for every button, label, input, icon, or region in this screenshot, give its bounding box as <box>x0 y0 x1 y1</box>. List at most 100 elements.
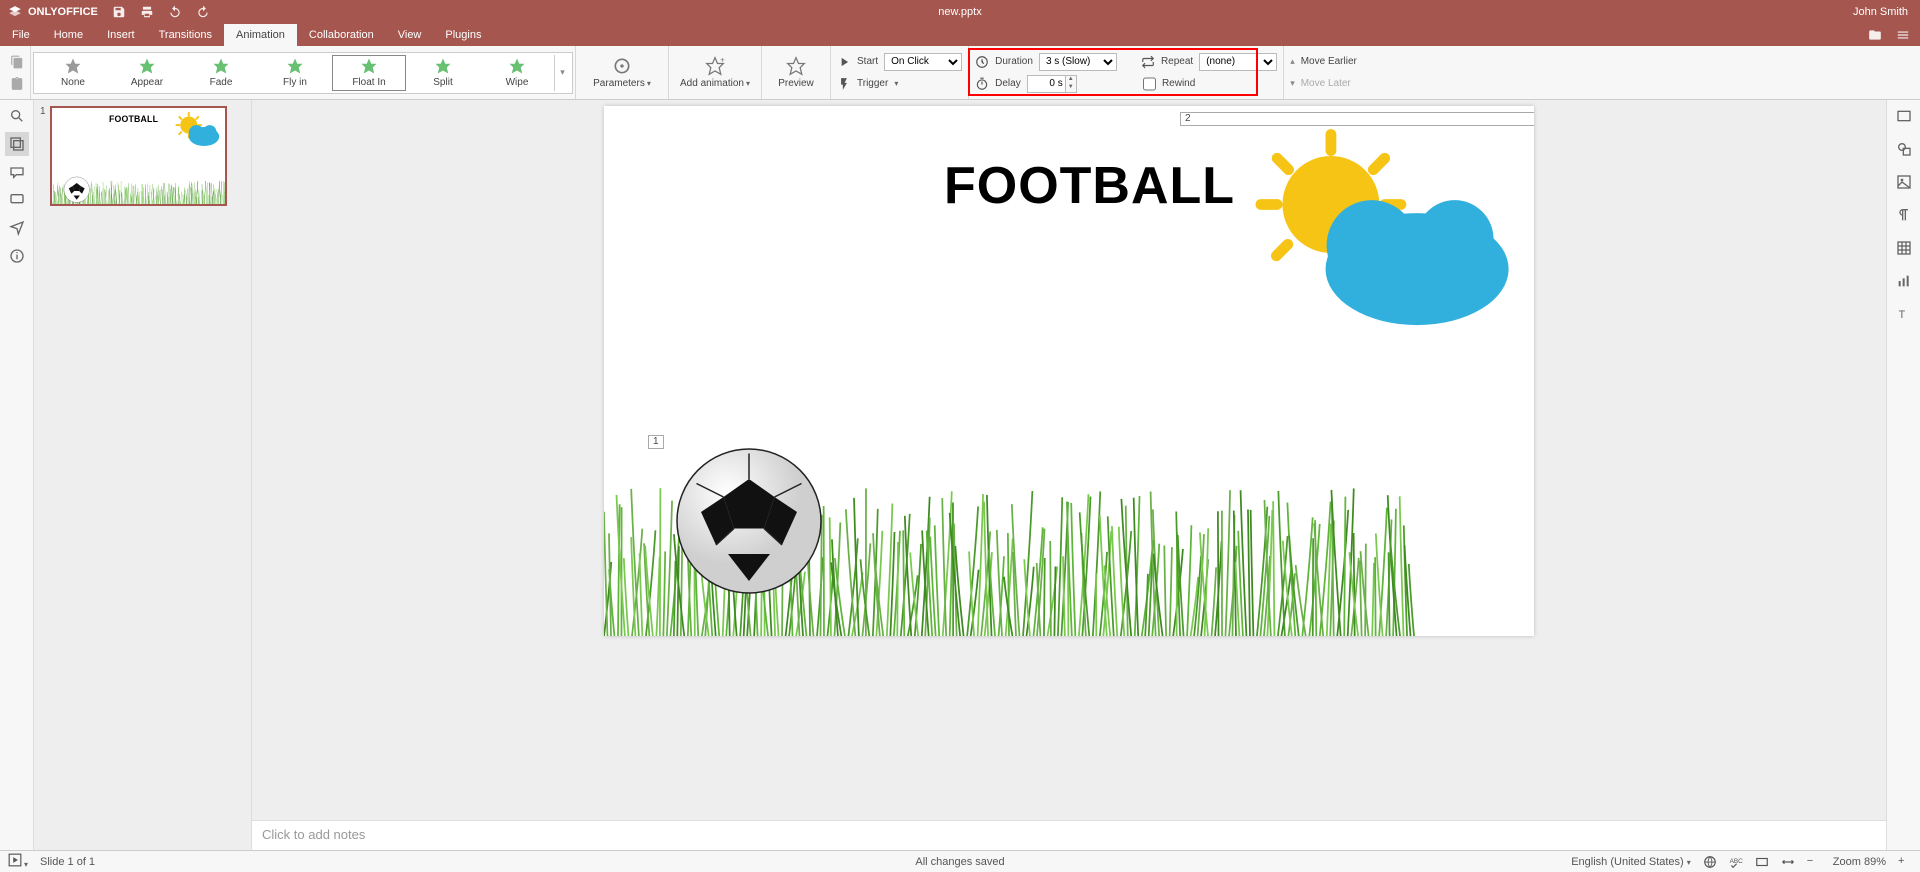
svg-text:T: T <box>1898 309 1905 321</box>
fit-slide-icon[interactable] <box>1755 855 1769 869</box>
rewind-label: Rewind <box>1162 78 1195 89</box>
ribbon: None Appear Fade Fly in Float In Split <box>0 46 1920 100</box>
globe-icon[interactable] <box>1703 855 1717 869</box>
effect-gallery: None Appear Fade Fly in Float In Split <box>33 52 573 94</box>
logo-icon <box>8 5 22 19</box>
repeat-row: Repeat (none) <box>1141 52 1277 72</box>
spellcheck-icon[interactable]: ABC <box>1729 855 1743 869</box>
comments-icon[interactable] <box>9 164 25 180</box>
move-later-label: Move Later <box>1301 78 1351 89</box>
effect-label: None <box>61 77 85 88</box>
start-select[interactable]: On Click <box>884 53 962 71</box>
app-name: ONLYOFFICE <box>28 6 98 18</box>
chat-icon[interactable] <box>9 192 25 208</box>
menu-insert[interactable]: Insert <box>95 24 147 46</box>
add-animation-label: Add animation <box>680 78 744 89</box>
chart-settings-icon[interactable] <box>1896 273 1912 294</box>
delay-icon <box>975 77 989 91</box>
sun-cloud-graphic[interactable] <box>1234 116 1514 336</box>
left-rail <box>0 100 34 850</box>
delay-input[interactable] <box>1027 75 1065 93</box>
effect-flyin[interactable]: Fly in <box>258 55 332 91</box>
open-location-icon[interactable] <box>1868 28 1882 42</box>
effect-floatin[interactable]: Float In <box>332 55 406 91</box>
undo-icon[interactable] <box>168 5 182 19</box>
paste-icon[interactable] <box>10 77 24 91</box>
effect-appear[interactable]: Appear <box>110 55 184 91</box>
effect-none[interactable]: None <box>36 55 110 91</box>
add-animation-button[interactable]: + Add animation▾ <box>675 56 755 89</box>
menu-file[interactable]: File <box>0 24 42 46</box>
slide-canvas[interactable]: FOOTBALL 2 <box>604 106 1534 636</box>
right-rail: T <box>1886 100 1920 850</box>
language-select[interactable]: English (United States) ▾ <box>1571 856 1691 868</box>
delay-down[interactable]: ▼ <box>1066 84 1076 92</box>
app-logo: ONLYOFFICE <box>8 5 98 19</box>
repeat-select[interactable]: (none) <box>1199 53 1277 71</box>
start-row: Start On Click <box>837 52 962 72</box>
menu-animation[interactable]: Animation <box>224 24 297 46</box>
preview-button[interactable]: Preview <box>768 56 824 89</box>
trigger-row[interactable]: Trigger ▾ <box>837 74 962 94</box>
user-name[interactable]: John Smith <box>1853 6 1920 18</box>
shape-settings-icon[interactable] <box>1896 141 1912 162</box>
copy-icon[interactable] <box>10 55 24 69</box>
rewind-checkbox[interactable] <box>1143 75 1156 93</box>
effect-label: Fade <box>210 77 233 88</box>
zoom-level: Zoom 89% <box>1833 856 1886 868</box>
delay-up[interactable]: ▲ <box>1066 76 1076 84</box>
ball-graphic[interactable] <box>674 446 824 596</box>
menu-icon[interactable] <box>1896 28 1910 42</box>
rewind-row[interactable]: Rewind <box>1141 74 1277 94</box>
redo-icon[interactable] <box>196 5 210 19</box>
repeat-label: Repeat <box>1161 56 1193 67</box>
text-settings-icon[interactable]: T <box>1896 306 1912 327</box>
delay-label: Delay <box>995 78 1021 89</box>
effect-wipe[interactable]: Wipe <box>480 55 554 91</box>
move-earlier-label: Move Earlier <box>1301 56 1357 67</box>
table-settings-icon[interactable] <box>1896 240 1912 261</box>
start-label: Start <box>857 56 878 67</box>
slide-settings-icon[interactable] <box>1896 108 1912 129</box>
move-earlier-button[interactable]: ▴ Move Earlier <box>1290 52 1357 72</box>
duration-icon <box>975 55 989 69</box>
menu-home[interactable]: Home <box>42 24 95 46</box>
anim-badge-1[interactable]: 1 <box>648 435 664 449</box>
zoom-in-icon[interactable]: + <box>1898 855 1912 869</box>
slide-thumbnail-1[interactable]: FOOTBALL <box>50 106 227 206</box>
menu-transitions[interactable]: Transitions <box>147 24 224 46</box>
notes-placeholder: Click to add notes <box>262 827 365 842</box>
trigger-label: Trigger <box>857 78 888 89</box>
duration-row: Duration 3 s (Slow) <box>975 52 1117 72</box>
play-slideshow-icon[interactable]: ▾ <box>8 853 28 870</box>
effect-fade[interactable]: Fade <box>184 55 258 91</box>
status-bar: ▾ Slide 1 of 1 All changes saved English… <box>0 850 1920 872</box>
menu-collaboration[interactable]: Collaboration <box>297 24 386 46</box>
print-icon[interactable] <box>140 5 154 19</box>
slides-icon[interactable] <box>9 136 25 152</box>
info-icon[interactable] <box>9 248 25 264</box>
menu-view[interactable]: View <box>386 24 434 46</box>
menu-plugins[interactable]: Plugins <box>433 24 493 46</box>
feedback-icon[interactable] <box>9 220 25 236</box>
duration-select[interactable]: 3 s (Slow) <box>1039 53 1117 71</box>
effect-label: Wipe <box>506 77 529 88</box>
paragraph-settings-icon[interactable] <box>1896 207 1912 228</box>
image-settings-icon[interactable] <box>1896 174 1912 195</box>
document-title: new.pptx <box>938 6 981 18</box>
gallery-expand-button[interactable]: ▾ <box>554 55 570 91</box>
trigger-icon <box>837 77 851 91</box>
parameters-button[interactable]: Parameters▾ <box>582 56 662 89</box>
parameters-label: Parameters <box>593 78 645 89</box>
zoom-out-icon[interactable]: − <box>1807 855 1821 869</box>
search-icon[interactable] <box>9 108 25 124</box>
svg-text:+: + <box>720 56 725 65</box>
effect-split[interactable]: Split <box>406 55 480 91</box>
notes-area[interactable]: Click to add notes <box>252 820 1886 850</box>
fit-width-icon[interactable] <box>1781 855 1795 869</box>
slide-number: 1 <box>40 106 46 206</box>
clipboard-group <box>4 46 31 99</box>
save-icon[interactable] <box>112 5 126 19</box>
duration-label: Duration <box>995 56 1033 67</box>
move-later-button[interactable]: ▾ Move Later <box>1290 74 1357 94</box>
